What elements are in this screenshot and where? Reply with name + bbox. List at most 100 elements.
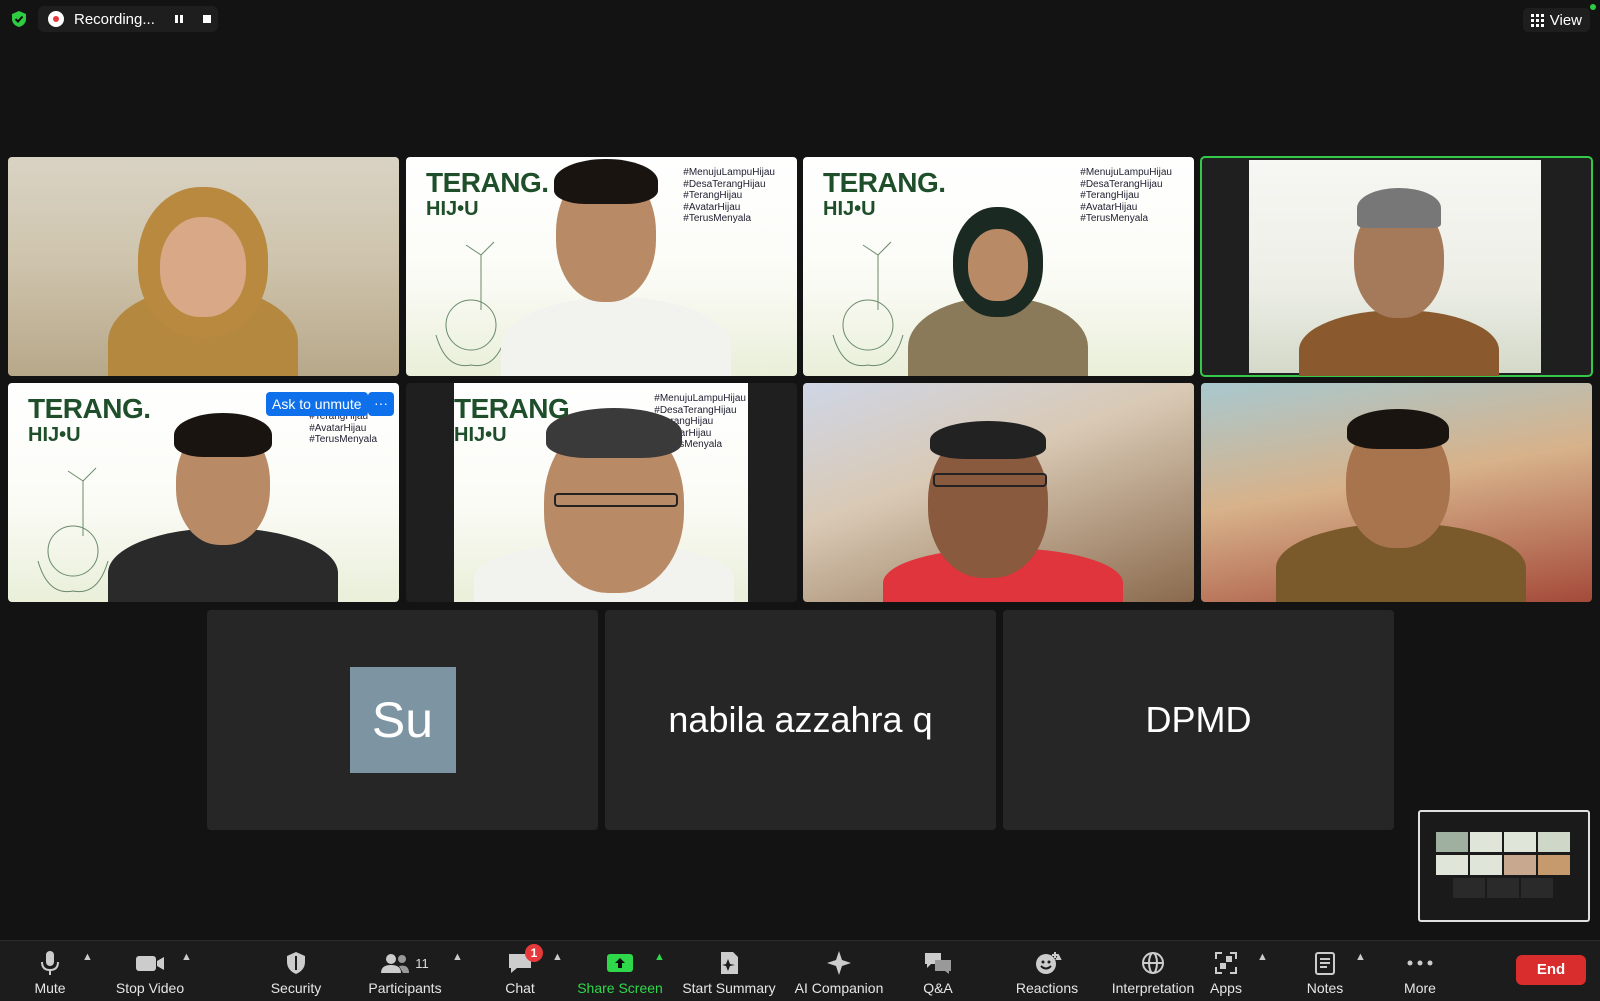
apps-icon <box>1215 952 1237 974</box>
logo-line1: TERANG. <box>28 393 151 424</box>
recording-dot-icon <box>48 11 64 27</box>
view-button[interactable]: View <box>1522 8 1590 32</box>
participant-hair <box>554 159 658 204</box>
participant-tile-6[interactable]: TERANG. HIJ•U #MenujuLampuHijau #DesaTer… <box>406 383 797 602</box>
security-button[interactable]: Security <box>266 941 326 1001</box>
stop-video-label: Stop Video <box>115 980 185 996</box>
more-label: More <box>1404 980 1436 996</box>
participant-tile-4-active-speaker[interactable] <box>1200 156 1593 377</box>
participant-face <box>160 217 246 317</box>
security-label: Security <box>270 980 322 996</box>
microphone-icon <box>41 951 59 975</box>
participant-body <box>501 297 731 376</box>
participant-tile-dpmd[interactable]: DPMD <box>1003 610 1394 830</box>
apps-button[interactable]: Apps <box>1206 941 1246 1001</box>
participant-glasses <box>554 493 678 507</box>
pause-recording-button[interactable] <box>168 8 190 30</box>
chat-button[interactable]: 1 Chat <box>500 941 543 1001</box>
share-options-caret-icon[interactable]: ▲ <box>654 951 665 963</box>
mini-tile <box>1487 878 1519 898</box>
interpretation-button[interactable]: Interpretation <box>1108 941 1198 1001</box>
mini-tile <box>1538 832 1570 852</box>
ai-sparkle-icon <box>827 951 851 975</box>
qa-bubbles-icon <box>925 953 951 974</box>
participant-tile-su[interactable]: Su <box>207 610 598 830</box>
hashtag-list: #MenujuLampuHijau #DesaTerangHijau #Tera… <box>1080 167 1172 225</box>
participant-tile-8[interactable] <box>1201 383 1592 602</box>
logo-line1: TERANG. <box>426 167 549 198</box>
security-shield-icon <box>287 952 305 974</box>
avatar: Su <box>349 667 456 773</box>
more-button[interactable]: More <box>1400 941 1440 1001</box>
end-meeting-button[interactable]: End <box>1516 955 1586 985</box>
participant-video <box>1249 160 1541 376</box>
participant-glasses <box>933 473 1047 487</box>
mute-options-caret-icon[interactable]: ▲ <box>82 951 93 963</box>
participant-hair <box>174 413 272 457</box>
qa-button[interactable]: Q&A <box>918 941 958 1001</box>
participant-video: TERANG. HIJ•U #MenujuLampuHijau #DesaTer… <box>454 383 748 602</box>
mini-tile <box>1504 855 1536 875</box>
start-summary-button[interactable]: Start Summary <box>682 941 776 1001</box>
hashtag: #TerusMenyala <box>683 213 752 224</box>
wind-turbine-globe-icon <box>37 467 109 593</box>
participant-name: nabila azzahra q <box>668 699 933 740</box>
globe-icon <box>1142 952 1164 974</box>
recording-label: Recording... <box>74 10 155 28</box>
mini-tile <box>1521 878 1553 898</box>
notes-label: Notes <box>1306 980 1344 996</box>
participant-tile-7[interactable] <box>803 383 1194 602</box>
participants-label: Participants <box>368 980 442 996</box>
ask-to-unmute-button[interactable]: Ask to unmute <box>266 392 368 416</box>
participant-tile-nabila[interactable]: nabila azzahra q <box>605 610 996 830</box>
reactions-label: Reactions <box>1015 980 1079 996</box>
qa-label: Q&A <box>923 980 953 996</box>
participants-button[interactable]: 11 Participants <box>366 941 444 1001</box>
participants-options-caret-icon[interactable]: ▲ <box>452 951 463 963</box>
notes-icon <box>1315 952 1335 975</box>
participant-tile-1[interactable] <box>8 157 399 376</box>
notes-options-caret-icon[interactable]: ▲ <box>1355 951 1366 963</box>
video-options-caret-icon[interactable]: ▲ <box>181 951 192 963</box>
apps-label: Apps <box>1210 980 1242 996</box>
notes-button[interactable]: Notes <box>1304 941 1346 1001</box>
chat-options-caret-icon[interactable]: ▲ <box>552 951 563 963</box>
hashtag-list: #MenujuLampuHijau #DesaTerangHijau #Tera… <box>683 167 775 225</box>
share-screen-icon <box>607 954 633 972</box>
stop-recording-button[interactable] <box>196 8 218 30</box>
tile-more-options-button[interactable]: ··· <box>368 392 394 416</box>
self-view-thumbnail[interactable] <box>1418 810 1590 922</box>
ai-companion-button[interactable]: AI Companion <box>794 941 884 1001</box>
chat-unread-badge: 1 <box>525 944 543 962</box>
reactions-button[interactable]: Reactions <box>1010 941 1084 1001</box>
stop-video-button[interactable]: Stop Video <box>108 941 192 1001</box>
participants-icon <box>381 954 410 973</box>
stop-icon <box>203 15 211 23</box>
participant-tile-2[interactable]: TERANG. HIJ•U #MenujuLampuHijau #DesaTer… <box>406 157 797 376</box>
view-label: View <box>1549 11 1582 29</box>
mini-tile <box>1470 832 1502 852</box>
mini-tile <box>1436 832 1468 852</box>
grid-icon <box>1530 13 1544 27</box>
mute-button[interactable]: Mute <box>28 941 72 1001</box>
mini-tile <box>1538 855 1570 875</box>
reactions-options-caret-icon[interactable]: ▲ <box>1053 951 1064 963</box>
recording-indicator: Recording... <box>38 6 218 32</box>
participant-tile-3[interactable]: TERANG. HIJ•U #MenujuLampuHijau #DesaTer… <box>803 157 1194 376</box>
hashtag: #AvatarHijau <box>683 201 741 213</box>
participant-name: DPMD <box>1145 699 1252 740</box>
hashtag: #TerusMenyala <box>1080 213 1149 224</box>
mini-tile <box>1453 878 1485 898</box>
meeting-toolbar: Mute ▲ Stop Video ▲ Security 11 Particip… <box>0 940 1600 1001</box>
pause-icon <box>175 15 183 23</box>
apps-options-caret-icon[interactable]: ▲ <box>1257 951 1268 963</box>
mute-label: Mute <box>34 980 66 996</box>
hashtag: #MenujuLampuHijau <box>683 167 775 178</box>
hashtag: #TerangHijau <box>683 190 743 201</box>
participant-cap <box>1357 188 1441 228</box>
interpretation-label: Interpretation <box>1111 980 1195 996</box>
security-shield-icon[interactable] <box>10 10 28 28</box>
chat-label: Chat <box>505 980 535 996</box>
hashtag: #MenujuLampuHijau <box>654 393 746 404</box>
share-screen-button[interactable]: Share Screen <box>577 941 663 1001</box>
